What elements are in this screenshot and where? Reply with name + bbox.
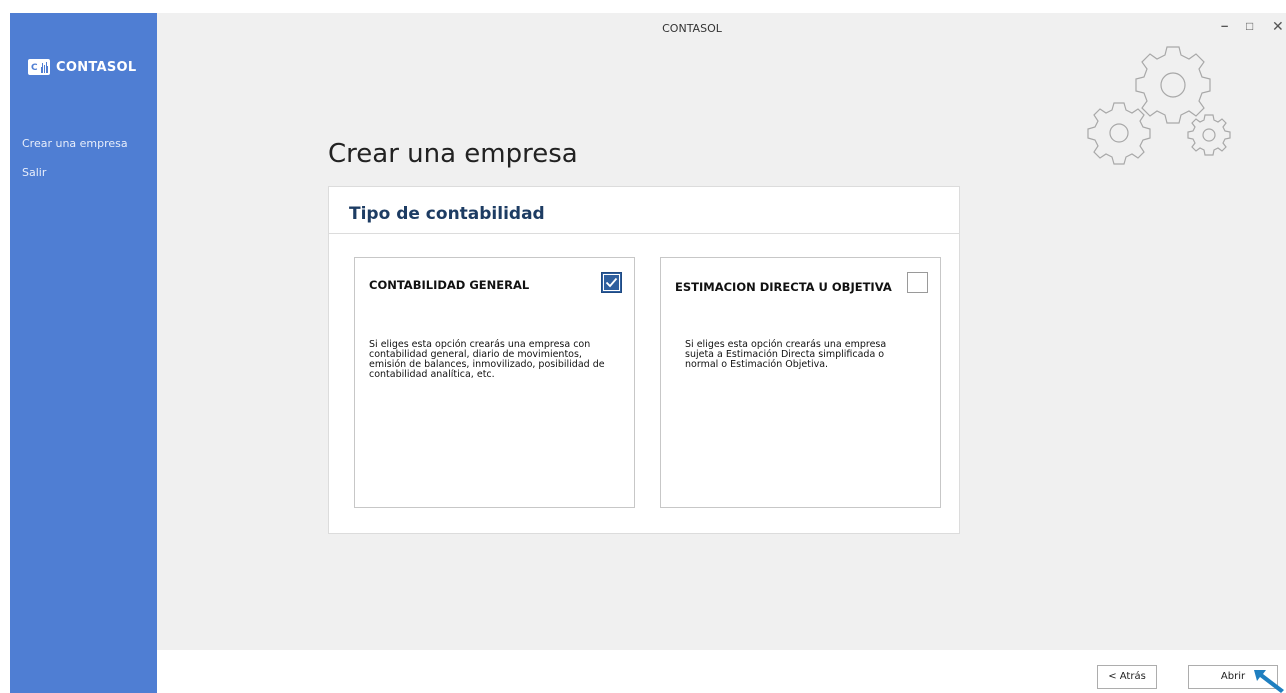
main-content: CONTASOL – □ ✕ Crear una empresa Tipo de… <box>157 13 1286 650</box>
option-title: CONTABILIDAD GENERAL <box>369 278 530 292</box>
minimize-icon[interactable]: – <box>1221 19 1228 33</box>
option-checkbox-estimacion-directa[interactable] <box>907 272 928 293</box>
maximize-icon[interactable]: □ <box>1246 19 1253 33</box>
contasol-logo-icon: C <box>28 59 50 75</box>
option-description: Si eliges esta opción crearás una empres… <box>685 339 887 370</box>
gears-icon <box>1087 46 1231 165</box>
app-window: C CONTASOL Crear una empresa Salir CONTA… <box>0 0 1286 693</box>
page-title: Crear una empresa <box>328 139 578 169</box>
option-description: Si eliges esta opción crearás una empres… <box>369 339 605 380</box>
option-card-estimacion-directa[interactable]: ESTIMACION DIRECTA U OBJETIVA Si eliges … <box>660 257 941 508</box>
sidebar-item-salir[interactable]: Salir <box>22 166 46 179</box>
panel-title: Tipo de contabilidad <box>349 204 545 224</box>
panel-header: Tipo de contabilidad <box>329 187 959 234</box>
window-title: CONTASOL <box>662 22 722 35</box>
sidebar-item-crear-empresa[interactable]: Crear una empresa <box>22 137 128 150</box>
checkmark-icon <box>605 277 618 288</box>
logo-letter: C <box>31 63 38 73</box>
option-card-contabilidad-general[interactable]: CONTABILIDAD GENERAL Si eliges esta opci… <box>354 257 635 508</box>
sidebar: C CONTASOL Crear una empresa Salir <box>10 13 157 693</box>
footer-bar: < Atrás Abrir <box>157 650 1286 693</box>
back-button[interactable]: < Atrás <box>1097 665 1157 689</box>
option-checkbox-contabilidad-general[interactable] <box>601 272 622 293</box>
option-title: ESTIMACION DIRECTA U OBJETIVA <box>675 280 892 294</box>
accounting-type-panel: Tipo de contabilidad CONTABILIDAD GENERA… <box>328 186 960 534</box>
brand: C CONTASOL <box>28 59 137 75</box>
brand-name: CONTASOL <box>56 59 137 75</box>
close-icon[interactable]: ✕ <box>1272 19 1284 33</box>
pointer-arrow-icon <box>1254 670 1284 693</box>
